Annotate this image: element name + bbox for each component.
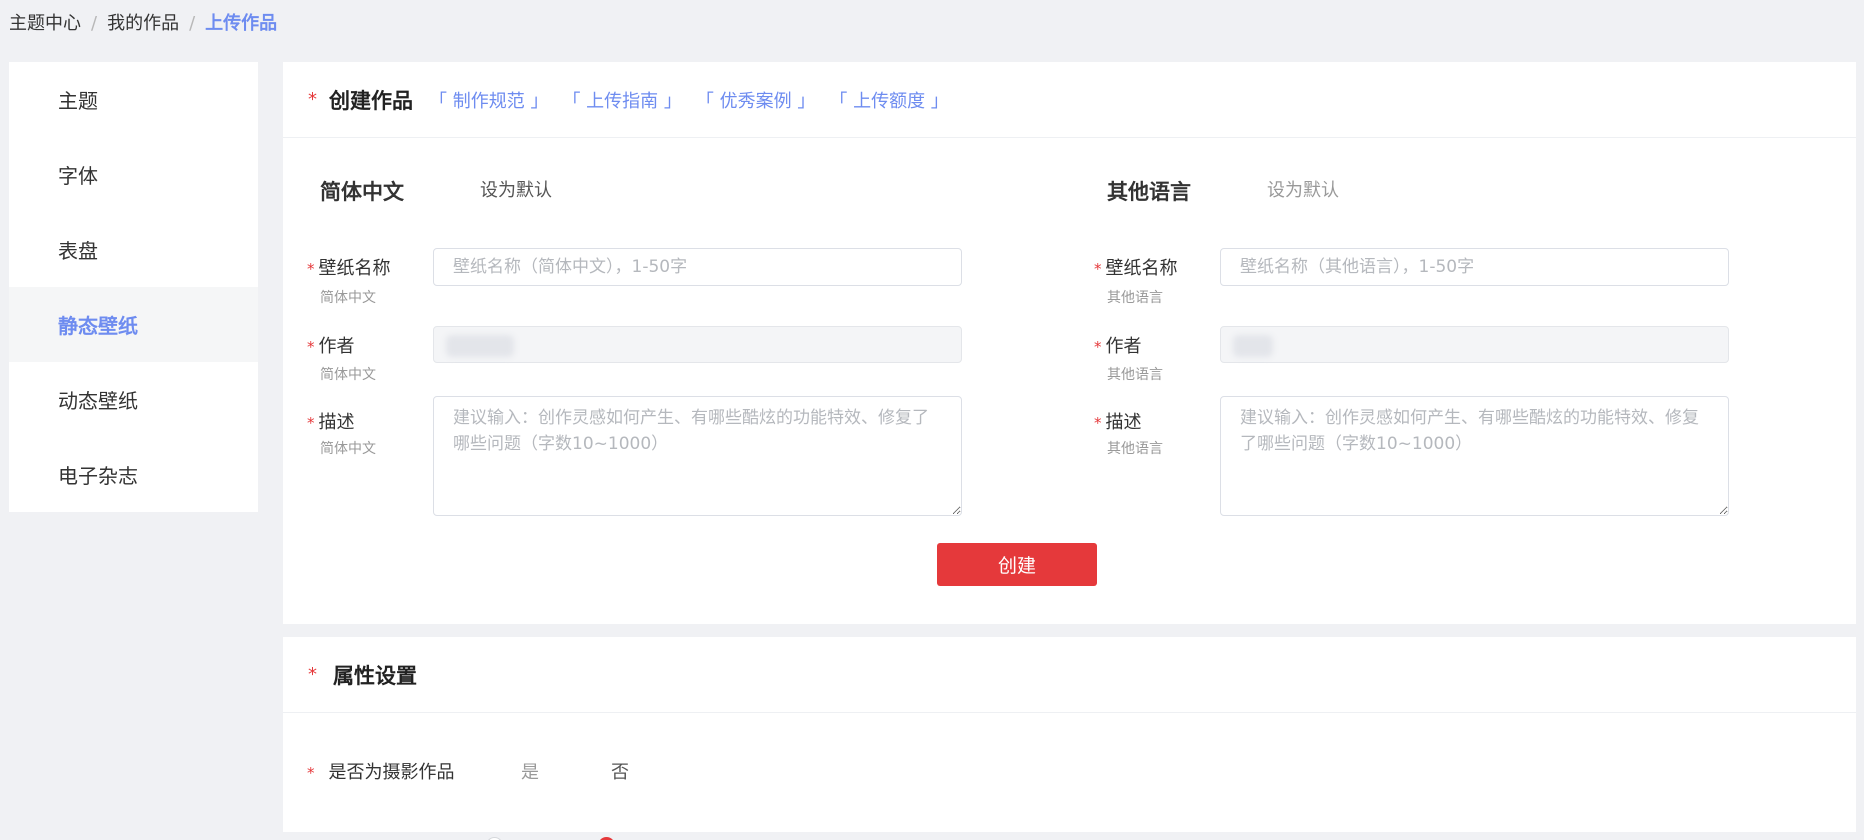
left-desc-label: * 描述 [307, 412, 355, 433]
photo-no-label: 否 [611, 762, 629, 783]
breadcrumb-item-my-works[interactable]: 我的作品 [107, 12, 179, 36]
left-author-field [433, 326, 962, 363]
right-name-label-text: 壁纸名称 [1105, 258, 1178, 279]
right-description-textarea[interactable] [1220, 396, 1729, 516]
right-name-sub: 其他语言 [1107, 290, 1163, 306]
create-button[interactable]: 创建 [937, 543, 1097, 586]
breadcrumb-current: 上传作品 [205, 13, 278, 34]
left-name-label: * 壁纸名称 [307, 258, 391, 279]
left-author-label-text: 作者 [318, 336, 355, 357]
left-name-sub: 简体中文 [320, 290, 376, 306]
right-default-label: 设为默认 [1267, 180, 1339, 201]
right-author-sub: 其他语言 [1107, 367, 1163, 383]
sidebar-item-static-wallpaper[interactable]: 静态壁纸 [9, 287, 258, 362]
breadcrumb: 主题中心 / 我的作品 / 上传作品 [9, 12, 277, 36]
simplified-chinese-title: 简体中文 [320, 180, 404, 204]
sidebar: 主题 字体 表盘 静态壁纸 动态壁纸 电子杂志 [9, 62, 258, 512]
photo-question-text: 是否为摄影作品 [328, 762, 455, 783]
right-wallpaper-name-input[interactable] [1220, 248, 1729, 286]
right-author-field [1220, 326, 1729, 363]
attr-panel-title: 属性设置 [333, 663, 417, 688]
photo-question-label: * 是否为摄影作品 [307, 762, 455, 783]
right-author-label-text: 作者 [1105, 336, 1142, 357]
left-desc-label-text: 描述 [318, 412, 355, 433]
left-desc-sub: 简体中文 [320, 441, 376, 457]
other-language-title: 其他语言 [1107, 180, 1191, 204]
left-description-textarea[interactable] [433, 396, 962, 516]
link-upload-guide[interactable]: 「 上传指南 」 [562, 87, 681, 113]
sidebar-item-font[interactable]: 字体 [9, 137, 258, 212]
left-author-label: * 作者 [307, 336, 355, 357]
create-panel-header: * 创建作品 「 制作规范 」 「 上传指南 」 「 优秀案例 」 「 上传额度… [283, 62, 1856, 138]
create-panel-title: 创建作品 [329, 88, 413, 113]
attr-panel-header: * 属性设置 [283, 637, 1856, 713]
left-name-label-text: 壁纸名称 [318, 258, 391, 279]
sidebar-item-e-magazine[interactable]: 电子杂志 [9, 437, 258, 512]
right-desc-label: * 描述 [1094, 412, 1142, 433]
photo-yes-label: 是 [521, 762, 539, 783]
sidebar-item-watchface[interactable]: 表盘 [9, 212, 258, 287]
right-name-label: * 壁纸名称 [1094, 258, 1178, 279]
breadcrumb-item-theme-center[interactable]: 主题中心 [9, 12, 81, 36]
right-desc-label-text: 描述 [1105, 412, 1142, 433]
breadcrumb-separator: / [189, 13, 196, 34]
right-desc-sub: 其他语言 [1107, 441, 1163, 457]
attribute-settings-panel: * 属性设置 * 是否为摄影作品 是 否 [283, 637, 1856, 840]
blurred-author-name [446, 335, 514, 357]
required-mark: * [308, 664, 317, 685]
required-mark: * [308, 89, 317, 110]
sidebar-item-theme[interactable]: 主题 [9, 62, 258, 137]
right-author-label: * 作者 [1094, 336, 1142, 357]
sidebar-item-live-wallpaper[interactable]: 动态壁纸 [9, 362, 258, 437]
link-excellent-cases[interactable]: 「 优秀案例 」 [696, 87, 815, 113]
create-work-panel: * 创建作品 「 制作规范 」 「 上传指南 」 「 优秀案例 」 「 上传额度… [283, 62, 1856, 624]
link-upload-quota[interactable]: 「 上传额度 」 [829, 87, 948, 113]
left-wallpaper-name-input[interactable] [433, 248, 962, 286]
left-author-sub: 简体中文 [320, 367, 376, 383]
link-production-spec[interactable]: 「 制作规范 」 [429, 87, 548, 113]
left-default-label: 设为默认 [480, 180, 552, 201]
blurred-author-name [1233, 335, 1273, 357]
breadcrumb-separator: / [91, 13, 98, 34]
